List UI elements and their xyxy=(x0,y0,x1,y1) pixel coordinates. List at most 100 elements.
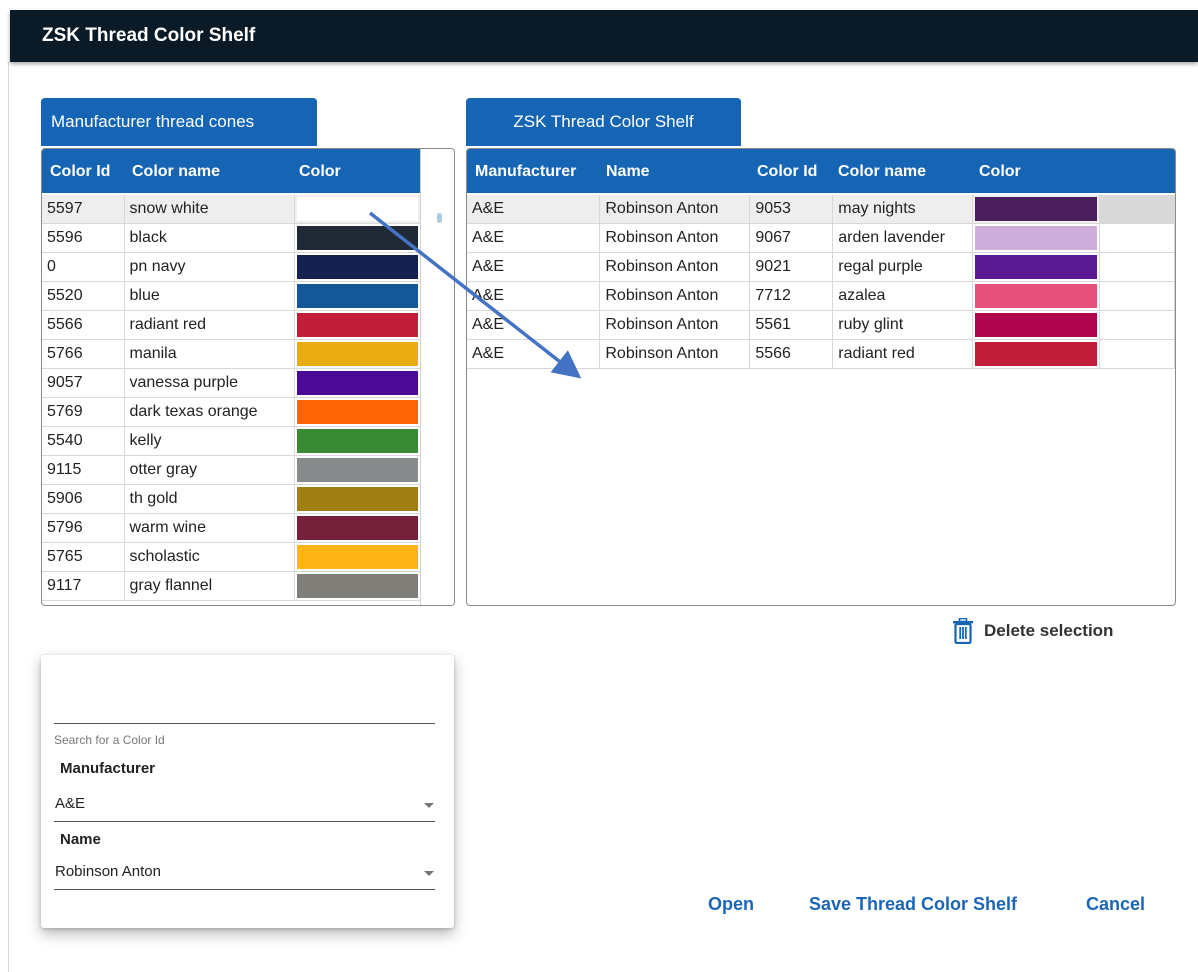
cell-color xyxy=(293,484,421,514)
cell-name: Robinson Anton xyxy=(599,310,751,340)
cell-manufacturer: A&E xyxy=(467,339,601,369)
search-input-label: Search for a Color Id xyxy=(54,733,165,747)
cell-color-name: ruby glint xyxy=(832,310,974,340)
column-header-color-id[interactable]: Color Id xyxy=(50,149,110,195)
search-input[interactable] xyxy=(54,685,435,721)
table-row[interactable]: A&E Robinson Anton 7712 azalea xyxy=(467,281,1175,311)
open-button[interactable]: Open xyxy=(708,894,754,915)
table-row[interactable]: 9117 gray flannel xyxy=(42,571,421,601)
color-swatch xyxy=(296,284,418,308)
cell-color xyxy=(293,339,421,369)
cell-color-id: 9117 xyxy=(42,571,125,601)
table-row[interactable]: 5906th gold xyxy=(42,484,421,514)
cell-manufacturer: A&E xyxy=(467,252,601,282)
cell-padding xyxy=(1099,281,1175,311)
cell-color-name: otter gray xyxy=(123,455,295,485)
cell-color-id: 9021 xyxy=(749,252,834,282)
cell-color-id: 5596 xyxy=(42,223,125,253)
table-row[interactable]: 5566 radiant red xyxy=(42,310,421,340)
cancel-button[interactable]: Cancel xyxy=(1086,894,1145,915)
cell-color xyxy=(293,542,421,572)
thread-color-shelf-table: Manufacturer Name Color Id Color name Co… xyxy=(466,148,1176,606)
manufacturer-select-value: A&E xyxy=(55,795,86,812)
cell-color-id: 7712 xyxy=(749,281,834,311)
cell-color xyxy=(293,252,421,282)
table-row[interactable]: A&E Robinson Anton 9067 arden lavender xyxy=(467,223,1175,253)
color-swatch xyxy=(975,313,1098,337)
column-header-color[interactable]: Color xyxy=(979,149,1021,195)
table-row[interactable]: 5765 scholastic xyxy=(42,542,421,572)
cell-color xyxy=(972,195,1101,224)
column-header-manufacturer[interactable]: Manufacturer xyxy=(475,149,576,195)
cell-color xyxy=(293,281,421,311)
color-swatch xyxy=(296,255,418,279)
cell-color-name: vanessa purple xyxy=(123,368,295,398)
cell-color-id: 5906 xyxy=(42,484,125,514)
cell-color xyxy=(293,455,421,485)
cell-name: Robinson Anton xyxy=(599,195,751,224)
window-title: ZSK Thread Color Shelf xyxy=(42,25,256,46)
thread-color-shelf-grid: A&E Robinson Anton 9053 may nights A&E Robins… xyxy=(467,195,1175,369)
cell-manufacturer: A&E xyxy=(467,223,601,253)
cell-name: Robinson Anton xyxy=(599,281,751,311)
table-row[interactable]: 5596 black xyxy=(42,223,421,253)
table-row[interactable]: A&E Robinson Anton 9021 regal purple xyxy=(467,252,1175,282)
column-header-color-name[interactable]: Color name xyxy=(132,149,220,195)
cell-color xyxy=(293,223,421,253)
search-panel: Search for a Color Id Manufacturer A&E N… xyxy=(41,655,454,928)
table-row[interactable]: A&E Robinson Anton 9053 may nights xyxy=(467,195,1175,224)
column-header-color[interactable]: Color xyxy=(299,149,341,195)
cell-padding xyxy=(1099,339,1175,369)
name-select[interactable]: Robinson Anton xyxy=(54,857,435,887)
table-row[interactable]: 9115 otter gray xyxy=(42,455,421,485)
cell-color-id: 5765 xyxy=(42,542,125,572)
window-left-border xyxy=(8,62,9,972)
manufacturer-select[interactable]: A&E xyxy=(54,789,435,819)
table-row[interactable]: 5796 warm wine xyxy=(42,513,421,543)
cell-color-name: black xyxy=(123,223,295,253)
table-row[interactable]: 5520 blue xyxy=(42,281,421,311)
chevron-down-icon xyxy=(424,803,434,808)
cell-color-id: 9053 xyxy=(749,195,834,224)
cell-manufacturer: A&E xyxy=(467,195,601,224)
cell-color-id: 0 xyxy=(42,252,125,282)
cell-color-id: 5769 xyxy=(42,397,125,427)
cell-color-id: 5540 xyxy=(42,426,125,456)
cell-color-name: snow white xyxy=(123,195,295,224)
cell-color-id: 9115 xyxy=(42,455,125,485)
table-row[interactable]: 5769 dark texas orange xyxy=(42,397,421,427)
color-swatch xyxy=(975,226,1098,250)
column-header-name[interactable]: Name xyxy=(606,149,650,195)
manufacturer-cones-table: Color Id Color name Color 5597 snow white… xyxy=(41,148,455,606)
tab-manufacturer-thread-cones[interactable]: Manufacturer thread cones xyxy=(41,98,317,146)
color-swatch xyxy=(296,226,418,250)
name-label: Name xyxy=(60,831,101,848)
chevron-down-icon xyxy=(424,871,434,876)
tab-label: ZSK Thread Color Shelf xyxy=(513,112,694,131)
cell-color xyxy=(972,252,1101,282)
cell-color-id: 5597 xyxy=(42,195,125,224)
save-thread-color-shelf-button[interactable]: Save Thread Color Shelf xyxy=(809,894,1017,915)
table-row[interactable]: 5540 kelly xyxy=(42,426,421,456)
window-titlebar: ZSK Thread Color Shelf xyxy=(10,10,1198,62)
tab-zsk-thread-color-shelf[interactable]: ZSK Thread Color Shelf xyxy=(466,98,741,146)
table-row[interactable]: A&E Robinson Anton 5566 radiant red xyxy=(467,339,1175,369)
table-row[interactable]: A&E Robinson Anton 5561 ruby glint xyxy=(467,310,1175,340)
table-row[interactable]: 5766 manila xyxy=(42,339,421,369)
cell-color xyxy=(293,426,421,456)
delete-selection-button[interactable]: Delete selection xyxy=(952,616,1113,646)
cell-padding xyxy=(1099,310,1175,340)
column-header-color-id[interactable]: Color Id xyxy=(757,149,817,195)
scrollbar-thumb[interactable] xyxy=(437,213,442,223)
cell-name: Robinson Anton xyxy=(599,339,751,369)
cell-color xyxy=(972,223,1101,253)
color-swatch xyxy=(975,342,1098,366)
color-swatch xyxy=(975,255,1098,279)
vertical-scrollbar[interactable] xyxy=(420,149,454,605)
column-header-color-name[interactable]: Color name xyxy=(838,149,926,195)
name-select-underline xyxy=(54,889,435,890)
table-row[interactable]: 5597 snow white xyxy=(42,195,421,224)
cell-color-name: scholastic xyxy=(123,542,295,572)
table-row[interactable]: 0 pn navy xyxy=(42,252,421,282)
table-row[interactable]: 9057 vanessa purple xyxy=(42,368,421,398)
